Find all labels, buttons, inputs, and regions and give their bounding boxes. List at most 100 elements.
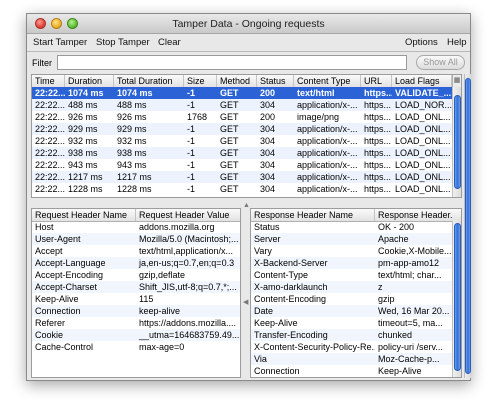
cell-url: https... [364, 112, 392, 122]
response-header-row[interactable]: Status OK - 200 [251, 221, 461, 233]
pane-splitter-handle[interactable]: ◀ [243, 298, 248, 306]
stop-tamper-button[interactable]: Stop Tamper [96, 37, 150, 48]
request-row[interactable]: 22:22... 1074 ms 1074 ms -1 GET 200 text/html h… [32, 87, 461, 99]
response-header-value: Apache [378, 234, 409, 244]
request-header-row[interactable]: Accept text/html,application/x... [32, 245, 240, 257]
request-header-row[interactable]: Keep-Alive 115 [32, 293, 240, 305]
toolbar-menu: Start Tamper Stop Tamper Clear Options H… [27, 34, 470, 52]
response-scroll-thumb[interactable] [454, 223, 461, 371]
response-header-name-column[interactable]: Response Header Name [251, 209, 375, 221]
request-row[interactable]: 22:22... 1217 ms 1217 ms -1 GET 304 applicatio… [32, 171, 461, 183]
cell-load-flags: LOAD_ONL... [395, 172, 451, 182]
request-headers-pane: Request Header Name Request Header Value… [31, 208, 241, 378]
request-row[interactable]: 22:22... 488 ms 488 ms -1 GET 304 application/… [32, 99, 461, 111]
request-row[interactable]: 22:22... 932 ms 932 ms -1 GET 304 application/… [32, 135, 461, 147]
show-all-button[interactable]: Show All [416, 55, 465, 70]
cell-time: 22:22... [35, 124, 65, 134]
request-header-name: Referer [35, 318, 66, 328]
window-scroll-thumb[interactable] [465, 78, 471, 374]
response-header-row[interactable]: Content-Type text/html; char... [251, 269, 461, 281]
column-header-load-flags[interactable]: Load Flags [392, 75, 452, 87]
column-header-status[interactable]: Status [257, 75, 294, 87]
response-header-row[interactable]: X-amo-darklaunch z [251, 281, 461, 293]
request-header-name-column[interactable]: Request Header Name [32, 209, 136, 221]
request-header-value: 115 [139, 294, 154, 304]
cell-status: 200 [260, 112, 276, 122]
cell-url: https... [364, 124, 392, 134]
response-header-row[interactable]: Keep-Alive timeout=5, ma... [251, 317, 461, 329]
request-header-row[interactable]: Cookie __utma=164683759.49... [32, 329, 240, 341]
help-menu[interactable]: Help [447, 37, 467, 48]
response-headers-scrollbar[interactable] [452, 221, 461, 377]
filter-input[interactable] [57, 55, 407, 70]
column-header-url[interactable]: URL [361, 75, 392, 87]
filter-label: Filter [32, 58, 52, 68]
request-header-name: Accept-Charset [35, 282, 98, 292]
response-header-name: X-Backend-Server [254, 258, 328, 268]
request-header-row[interactable]: Accept-Encoding gzip,deflate [32, 269, 240, 281]
request-row[interactable]: 22:22... 1228 ms 1228 ms -1 GET 304 applicatio… [32, 183, 461, 195]
request-header-row[interactable]: User-Agent Mozilla/5.0 (Macintosh;... [32, 233, 240, 245]
title-bar[interactable]: Tamper Data - Ongoing requests [27, 14, 470, 34]
column-header-method[interactable]: Method [217, 75, 257, 87]
request-header-row[interactable]: Host addons.mozilla.org [32, 221, 240, 233]
request-header-row[interactable]: Accept-Charset Shift_JIS,utf-8;q=0.7,*;..… [32, 281, 240, 293]
response-header-row[interactable]: Vary Cookie,X-Mobile... [251, 245, 461, 257]
options-menu[interactable]: Options [405, 37, 438, 48]
response-header-row[interactable]: Server Apache [251, 233, 461, 245]
cell-size: -1 [187, 184, 196, 194]
column-picker-icon[interactable]: ▦ [452, 75, 461, 87]
window-scrollbar[interactable] [464, 74, 471, 378]
column-header-content-type[interactable]: Content Type [294, 75, 361, 87]
cell-url: https... [364, 88, 392, 98]
request-header-row[interactable]: Cache-Control max-age=0 [32, 341, 240, 353]
response-header-name: Vary [254, 246, 272, 256]
requests-scrollbar[interactable] [452, 87, 461, 197]
response-header-row[interactable]: X-Content-Security-Policy-Re... policy-ur… [251, 341, 461, 353]
start-tamper-button[interactable]: Start Tamper [33, 37, 87, 48]
request-row[interactable]: 22:22... 929 ms 929 ms -1 GET 304 application/… [32, 123, 461, 135]
request-row[interactable]: 22:22... 926 ms 926 ms 1768 GET 200 image/png h… [32, 111, 461, 123]
response-header-row[interactable]: Date Wed, 16 Mar 20... [251, 305, 461, 317]
cell-duration: 943 ms [68, 160, 98, 170]
clear-button[interactable]: Clear [158, 37, 181, 48]
cell-method: GET [220, 172, 239, 182]
cell-time: 22:22... [35, 112, 65, 122]
response-header-row[interactable]: Transfer-Encoding chunked [251, 329, 461, 341]
request-row[interactable]: 22:22... 943 ms 943 ms -1 GET 304 application/… [32, 159, 461, 171]
response-header-row[interactable]: Connection Keep-Alive [251, 365, 461, 377]
cell-total-duration: 929 ms [117, 124, 147, 134]
request-header-row[interactable]: Accept-Language ja,en-us;q=0.7,en;q=0.3 [32, 257, 240, 269]
cell-load-flags: LOAD_ONL... [395, 184, 451, 194]
column-header-total-duration[interactable]: Total Duration [114, 75, 184, 87]
cell-content-type: application/x-... [297, 172, 358, 182]
column-header-duration[interactable]: Duration [65, 75, 114, 87]
cell-load-flags: LOAD_ONL... [395, 112, 451, 122]
column-header-size[interactable]: Size [184, 75, 217, 87]
response-header-row[interactable]: Via Moz-Cache-p... [251, 353, 461, 365]
cell-size: -1 [187, 88, 196, 98]
response-header-value-column[interactable]: Response Header... [375, 209, 453, 221]
response-header-value: OK - 200 [378, 222, 415, 232]
request-header-value-column[interactable]: Request Header Value [136, 209, 240, 221]
requests-scroll-thumb[interactable] [454, 95, 461, 189]
column-header-time[interactable]: Time [32, 75, 65, 87]
request-header-name: Accept [35, 246, 63, 256]
request-header-row[interactable]: Referer https://addons.mozilla.... [32, 317, 240, 329]
request-header-name: User-Agent [35, 234, 81, 244]
response-header-value: chunked [378, 330, 413, 340]
splitter-handle[interactable]: ▲ [243, 202, 250, 209]
response-header-row[interactable]: Content-Encoding gzip [251, 293, 461, 305]
response-header-value: z [378, 282, 383, 292]
cell-load-flags: LOAD_NOR... [395, 100, 452, 110]
cell-size: -1 [187, 148, 196, 158]
request-header-row[interactable]: Connection keep-alive [32, 305, 240, 317]
response-header-name: Date [254, 306, 274, 316]
request-header-name: Keep-Alive [35, 294, 79, 304]
cell-duration: 926 ms [68, 112, 98, 122]
response-header-value: policy-uri /serv... [378, 342, 443, 352]
request-header-value: Shift_JIS,utf-8;q=0.7,*;... [139, 282, 237, 292]
request-header-value: keep-alive [139, 306, 181, 316]
response-header-row[interactable]: X-Backend-Server pm-app-amo12 [251, 257, 461, 269]
request-row[interactable]: 22:22... 938 ms 938 ms -1 GET 304 application/… [32, 147, 461, 159]
